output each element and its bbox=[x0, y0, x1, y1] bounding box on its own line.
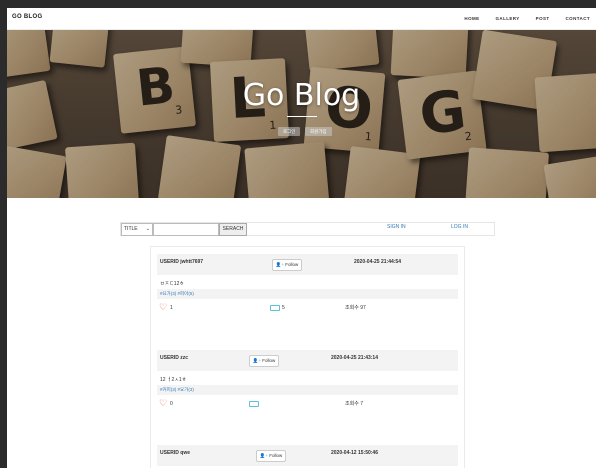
brand-logo[interactable]: GO BLOG bbox=[12, 14, 42, 20]
heart-icon[interactable]: ♡ bbox=[159, 399, 167, 408]
browser-page: GO BLOG HOME GALLERY POST CONTACT B3 L1 bbox=[7, 8, 596, 468]
nav-contact[interactable]: CONTACT bbox=[566, 16, 590, 21]
hero-banner: B3 L1 O1 G2 Go Blog 로그인 회원가입 bbox=[7, 30, 596, 198]
post-tags[interactable]: #커피(3) #요가(3) bbox=[157, 385, 458, 395]
post-title[interactable]: ㅂㅈㄷ12ㅎ bbox=[157, 275, 458, 289]
hero-title: Go Blog bbox=[242, 78, 361, 113]
post-title[interactable]: 12 ㅓ2ㅅ1ㅎ bbox=[157, 371, 458, 385]
search-bar: TITLE ⌄ SERACH SIGN IN LOG IN bbox=[120, 222, 495, 236]
search-field-select[interactable]: TITLE ⌄ bbox=[121, 223, 153, 236]
post-userid: USERID zzc bbox=[160, 355, 189, 361]
post-stats: ♡ 1 ··· 5 조회수 97 bbox=[157, 299, 458, 317]
view-count: 조회수 7 bbox=[345, 401, 363, 407]
login-button[interactable]: 로그인 bbox=[278, 127, 301, 136]
nav-menu: HOME GALLERY POST CONTACT bbox=[464, 16, 590, 21]
add-user-icon: 👤+ bbox=[259, 453, 268, 458]
comment-count: 5 bbox=[282, 305, 285, 311]
nav-home[interactable]: HOME bbox=[464, 16, 479, 21]
post-header: USERID jwhtt7697 👤+ Follow 2020-04-25 21… bbox=[157, 254, 458, 275]
post-card: USERID qwe 👤+ Follow 2020-04-12 15:50:46 bbox=[157, 445, 458, 466]
like-count: 1 bbox=[170, 305, 173, 311]
follow-button[interactable]: 👤+ Follow bbox=[272, 259, 302, 271]
post-date: 2020-04-25 21:43:14 bbox=[331, 355, 378, 361]
log-in-link[interactable]: LOG IN bbox=[451, 224, 468, 230]
comment-icon[interactable]: ··· bbox=[270, 305, 280, 311]
post-card: USERID jwhtt7697 👤+ Follow 2020-04-25 21… bbox=[157, 254, 458, 317]
view-count: 조회수 97 bbox=[345, 305, 366, 311]
post-card: USERID zzc 👤+ Follow 2020-04-25 21:43:14… bbox=[157, 350, 458, 413]
chevron-down-icon: ⌄ bbox=[145, 226, 150, 232]
post-feed: USERID jwhtt7697 👤+ Follow 2020-04-25 21… bbox=[150, 246, 465, 468]
add-user-icon: 👤+ bbox=[252, 358, 261, 363]
search-input[interactable] bbox=[153, 223, 219, 236]
post-header: USERID zzc 👤+ Follow 2020-04-25 21:43:14 bbox=[157, 350, 458, 371]
sign-in-link[interactable]: SIGN IN bbox=[387, 224, 406, 230]
search-button[interactable]: SERACH bbox=[219, 223, 247, 236]
heart-icon[interactable]: ♡ bbox=[159, 303, 167, 312]
like-count: 0 bbox=[170, 401, 173, 407]
signup-button[interactable]: 회원가입 bbox=[305, 127, 332, 136]
nav-post[interactable]: POST bbox=[536, 16, 550, 21]
add-user-icon: 👤+ bbox=[275, 262, 284, 267]
post-header: USERID qwe 👤+ Follow 2020-04-12 15:50:46 bbox=[157, 445, 458, 466]
post-userid: USERID jwhtt7697 bbox=[160, 259, 204, 265]
post-tags[interactable]: #요가(3) #피아(5) bbox=[157, 289, 458, 299]
hero-divider bbox=[287, 116, 317, 117]
post-date: 2020-04-25 21:44:54 bbox=[354, 259, 401, 265]
post-userid: USERID qwe bbox=[160, 450, 191, 456]
follow-button[interactable]: 👤+ Follow bbox=[249, 355, 279, 367]
nav-gallery[interactable]: GALLERY bbox=[496, 16, 520, 21]
post-date: 2020-04-12 15:50:46 bbox=[331, 450, 378, 456]
top-navbar: GO BLOG HOME GALLERY POST CONTACT bbox=[7, 8, 596, 30]
comment-icon[interactable]: ··· bbox=[249, 401, 259, 407]
follow-button[interactable]: 👤+ Follow bbox=[256, 450, 286, 462]
post-stats: ♡ 0 ··· 조회수 7 bbox=[157, 395, 458, 413]
